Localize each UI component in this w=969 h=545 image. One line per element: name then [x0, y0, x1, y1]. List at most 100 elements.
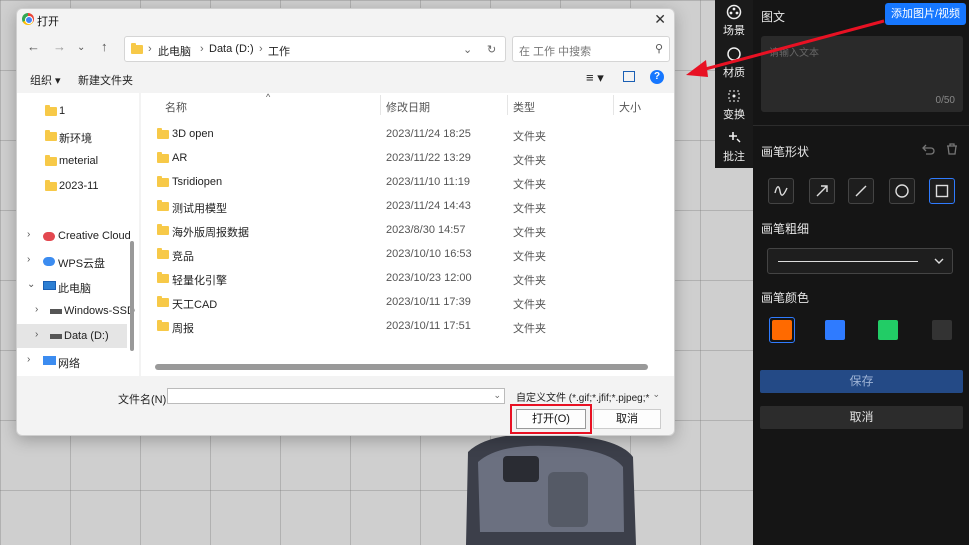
help-icon[interactable]: ?	[650, 70, 664, 84]
dialog-footer: 文件名(N): ⌄ 自定义文件 (*.gif;*.jfif;*.pjpeg;* …	[17, 379, 674, 435]
nav-item-windows-ssd[interactable]: › Windows-SSD	[17, 299, 135, 323]
table-row[interactable]: 竞品 2023/10/10 16:53 文件夹	[141, 242, 674, 266]
shape-circle-button[interactable]	[889, 178, 915, 204]
cancel-button[interactable]: 取消	[593, 409, 661, 429]
color-swatch-green[interactable]	[875, 317, 901, 343]
filename-input[interactable]: ⌄	[167, 388, 505, 404]
shape-freehand-button[interactable]	[768, 178, 794, 204]
recent-dropdown-icon[interactable]: ⌄	[77, 42, 85, 53]
shape-arrow-button[interactable]	[809, 178, 835, 204]
column-separator[interactable]	[507, 95, 508, 115]
column-header-date[interactable]: 修改日期	[386, 99, 430, 115]
preview-pane-icon[interactable]	[623, 71, 635, 82]
column-header-name[interactable]: 名称	[165, 99, 187, 115]
table-row[interactable]: 3D open 2023/11/24 18:25 文件夹	[141, 122, 674, 146]
close-icon[interactable]: ✕	[654, 11, 666, 28]
tool-transform[interactable]: 变换	[715, 88, 753, 122]
table-row[interactable]: 天工CAD 2023/10/11 17:39 文件夹	[141, 290, 674, 314]
breadcrumb-folder[interactable]: 工作	[268, 43, 290, 59]
rectangle-icon	[935, 184, 949, 198]
table-row[interactable]: Tsridiopen 2023/11/10 11:19 文件夹	[141, 170, 674, 194]
nav-item-this-pc[interactable]: ⌄ 此电脑	[17, 274, 127, 298]
save-button[interactable]: 保存	[760, 370, 963, 393]
3d-model[interactable]	[458, 432, 638, 545]
undo-icon[interactable]	[921, 143, 935, 157]
table-row[interactable]: 周报 2023/10/11 17:51 文件夹	[141, 314, 674, 338]
up-icon[interactable]: ↑	[101, 39, 108, 54]
nav-item-network[interactable]: › 网络	[17, 349, 127, 373]
creative-cloud-icon	[43, 232, 55, 241]
column-header-type[interactable]: 类型	[513, 99, 535, 115]
column-header-size[interactable]: 大小	[619, 99, 641, 115]
tool-annotate[interactable]: 批注	[715, 130, 753, 164]
folder-icon	[131, 43, 143, 54]
chevron-right-icon[interactable]: ›	[27, 354, 30, 365]
table-row[interactable]: 轻量化引擎 2023/10/23 12:00 文件夹	[141, 266, 674, 290]
search-input[interactable]: 在 工作 中搜索 ⚲	[512, 36, 670, 62]
pc-icon	[43, 281, 56, 290]
swatch-fill	[825, 320, 845, 340]
nav-item-1[interactable]: 1	[17, 99, 127, 123]
add-media-button[interactable]: 添加图片/视频	[885, 3, 966, 25]
refresh-icon[interactable]: ↻	[487, 43, 496, 56]
color-swatch-orange[interactable]	[769, 317, 795, 343]
file-type-select[interactable]: 自定义文件 (*.gif;*.jfif;*.pjpeg;* ⌄	[512, 388, 662, 404]
file-name: 轻量化引擎	[172, 275, 227, 287]
chevron-right-icon[interactable]: ›	[27, 254, 30, 265]
file-date: 2023/10/11 17:51	[386, 320, 471, 332]
organize-button[interactable]: 组织 ▾	[30, 72, 61, 88]
dialog-titlebar[interactable]: 打开 ✕	[17, 9, 674, 31]
chevron-right-icon[interactable]: ›	[35, 329, 38, 340]
shape-rectangle-button[interactable]	[929, 178, 955, 204]
search-icon[interactable]: ⚲	[655, 42, 663, 55]
nav-item-new-env[interactable]: 新环境	[17, 124, 127, 148]
nav-item-creative-cloud[interactable]: › Creative Cloud	[17, 224, 131, 248]
forward-icon[interactable]: →	[53, 39, 66, 54]
nav-item-data-d[interactable]: › Data (D:)	[17, 324, 127, 348]
file-date: 2023/11/10 11:19	[386, 176, 471, 188]
address-dropdown-icon[interactable]: ⌄	[463, 43, 472, 56]
table-row[interactable]: 海外版周报数据 2023/8/30 14:57 文件夹	[141, 218, 674, 242]
nav-item-label: Windows-SSD	[64, 305, 135, 317]
nav-item-label: 网络	[58, 358, 80, 370]
address-bar[interactable]: › 此电脑 › Data (D:) › 工作 ⌄ ↻	[124, 36, 506, 62]
view-options-icon[interactable]: ≡ ▾	[586, 70, 604, 86]
tool-material[interactable]: 材质	[715, 46, 753, 80]
annotation-text-input[interactable]: 请输入文本 0/50	[761, 36, 963, 112]
file-date: 2023/10/11 17:39	[386, 296, 471, 308]
chevron-down-icon[interactable]: ⌄	[493, 390, 501, 401]
file-name: 海外版周报数据	[172, 227, 249, 239]
divider	[753, 125, 969, 126]
file-name: 竞品	[172, 251, 194, 263]
folder-icon	[45, 155, 57, 166]
table-row[interactable]: 测试用模型 2023/11/24 14:43 文件夹	[141, 194, 674, 218]
nav-scrollbar[interactable]	[130, 241, 134, 351]
column-separator[interactable]	[613, 95, 614, 115]
column-separator[interactable]	[380, 95, 381, 115]
brush-width-select[interactable]	[767, 248, 953, 274]
new-folder-button[interactable]: 新建文件夹	[78, 72, 133, 88]
file-list-scrollbar[interactable]	[155, 364, 648, 370]
tool-material-label: 材质	[723, 67, 745, 79]
chevron-right-icon[interactable]: ›	[27, 229, 30, 240]
nav-item-wps-cloud[interactable]: › WPS云盘	[17, 249, 127, 273]
trash-icon[interactable]	[945, 142, 959, 156]
back-icon[interactable]: ←	[27, 39, 40, 54]
color-swatch-blue[interactable]	[822, 317, 848, 343]
shape-line-button[interactable]	[848, 178, 874, 204]
tool-scene[interactable]: 场景	[715, 4, 753, 38]
brush-width-preview	[778, 261, 918, 262]
chevron-right-icon[interactable]: ›	[35, 304, 38, 315]
nav-item-2023-11[interactable]: 2023-11	[17, 174, 127, 198]
table-row[interactable]: AR 2023/11/22 13:29 文件夹	[141, 146, 674, 170]
folder-icon	[157, 128, 169, 139]
nav-item-label: meterial	[59, 155, 99, 167]
open-button[interactable]: 打开(O)	[516, 409, 586, 429]
breadcrumb-drive[interactable]: Data (D:)	[209, 43, 254, 55]
color-swatch-gray[interactable]	[929, 317, 955, 343]
file-list: 名称 ^ 修改日期 类型 大小 3D open 2023/11/24 18:25 文…	[141, 92, 674, 376]
panel-cancel-button[interactable]: 取消	[760, 406, 963, 429]
chevron-down-icon[interactable]: ⌄	[27, 279, 35, 290]
breadcrumb-pc[interactable]: 此电脑	[158, 43, 191, 59]
nav-item-meterial[interactable]: meterial	[17, 149, 127, 173]
